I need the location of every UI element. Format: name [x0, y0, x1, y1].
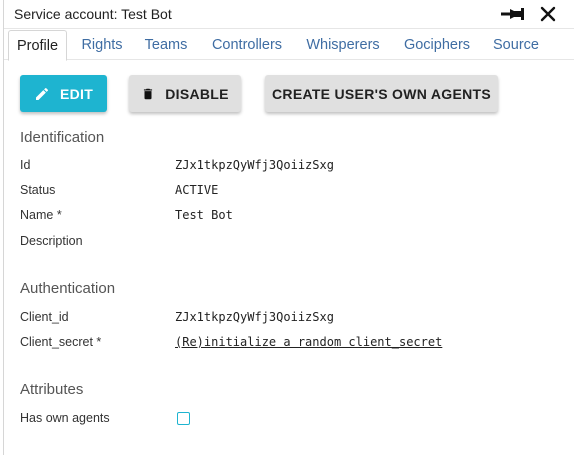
name-value: Test Bot [175, 208, 233, 222]
edit-button[interactable]: EDIT [20, 75, 107, 112]
identification-heading: Identification [20, 129, 105, 146]
tab-teams[interactable]: Teams [140, 30, 192, 60]
id-value: ZJx1tkpzQyWfj3QoiizSxg [175, 158, 334, 172]
tab-bar: Profile Rights Teams Controllers Whisper… [4, 30, 574, 61]
create-own-agents-label: CREATE USER'S OWN AGENTS [272, 85, 491, 102]
tab-source[interactable]: Source [490, 30, 542, 60]
close-icon[interactable] [537, 3, 559, 25]
pin-icon[interactable] [497, 4, 527, 24]
attributes-heading: Attributes [20, 381, 84, 398]
reinitialize-secret-link[interactable]: (Re)initialize a random client_secret [175, 335, 442, 349]
status-value: ACTIVE [175, 183, 219, 197]
create-own-agents-button[interactable]: CREATE USER'S OWN AGENTS [265, 75, 498, 112]
tab-controllers[interactable]: Controllers [207, 30, 287, 60]
service-account-panel: Service account: Test Bot Profile Rights… [3, 0, 574, 455]
name-label: Name * [20, 208, 62, 222]
status-label: Status [20, 183, 56, 197]
tab-profile[interactable]: Profile [8, 30, 67, 61]
own-agents-checkbox[interactable] [177, 412, 190, 425]
disable-button-label: DISABLE [165, 85, 229, 102]
client-id-label: Client_id [20, 310, 69, 324]
authentication-heading: Authentication [20, 280, 116, 297]
pencil-icon [35, 87, 48, 100]
description-label: Description [20, 234, 83, 248]
client-id-value: ZJx1tkpzQyWfj3QoiizSxg [175, 310, 334, 324]
title-bar: Service account: Test Bot [4, 0, 574, 29]
trash-icon [144, 88, 153, 99]
client-secret-label: Client_secret * [20, 335, 102, 349]
tab-gociphers[interactable]: Gociphers [400, 30, 474, 60]
disable-button[interactable]: DISABLE [129, 75, 241, 112]
tab-whisperers[interactable]: Whisperers [303, 30, 383, 60]
own-agents-label: Has own agents [20, 411, 110, 425]
window-title: Service account: Test Bot [14, 6, 172, 22]
id-label: Id [20, 158, 31, 172]
edit-button-label: EDIT [59, 85, 94, 102]
tab-rights[interactable]: Rights [76, 30, 128, 60]
